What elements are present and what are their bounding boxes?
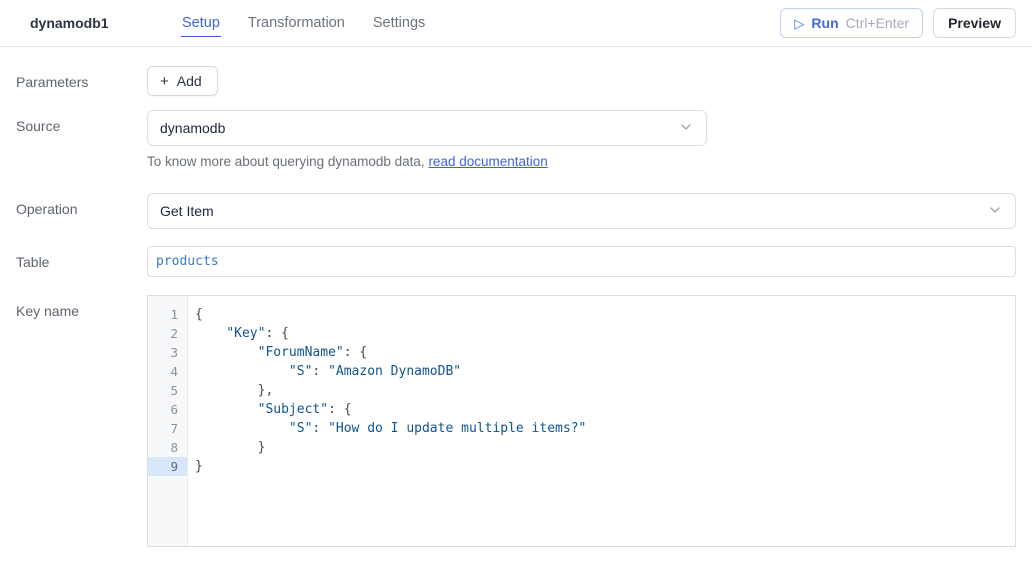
code-line[interactable]: "S": "How do I update multiple items?" <box>195 419 1015 438</box>
table-label: Table <box>0 246 147 277</box>
code-line[interactable]: }, <box>195 381 1015 400</box>
query-title: dynamodb1 <box>30 15 181 31</box>
read-documentation-link[interactable]: read documentation <box>428 154 547 169</box>
table-name-input[interactable]: products <box>147 246 1016 277</box>
line-number: 6 <box>148 400 187 419</box>
line-number: 8 <box>148 438 187 457</box>
table-row: Table products <box>0 246 1032 277</box>
chevron-down-icon <box>987 202 1003 221</box>
header-actions: ▷ Run Ctrl+Enter Preview <box>780 8 1016 38</box>
tab-bar: Setup Transformation Settings <box>181 0 426 46</box>
source-select-value: dynamodb <box>160 120 225 136</box>
line-number: 2 <box>148 324 187 343</box>
operation-label: Operation <box>0 193 147 229</box>
operation-row: Operation Get Item <box>0 193 1032 229</box>
code-line[interactable]: } <box>195 457 1015 476</box>
editor-gutter: 123456789 <box>148 296 188 546</box>
source-helper-text: To know more about querying dynamodb dat… <box>147 154 1016 169</box>
code-line[interactable]: "Key": { <box>195 324 1015 343</box>
add-parameter-label: Add <box>177 73 202 89</box>
tab-transformation[interactable]: Transformation <box>247 10 346 37</box>
line-number: 9 <box>148 457 187 476</box>
line-number: 7 <box>148 419 187 438</box>
code-line[interactable]: "S": "Amazon DynamoDB" <box>195 362 1015 381</box>
code-line[interactable]: } <box>195 438 1015 457</box>
source-select[interactable]: dynamodb <box>147 110 707 146</box>
line-number: 4 <box>148 362 187 381</box>
editor-code[interactable]: { "Key": { "ForumName": { "S": "Amazon D… <box>188 296 1015 546</box>
table-name-value: products <box>156 254 219 269</box>
source-helper-prefix: To know more about querying dynamodb dat… <box>147 154 428 169</box>
tab-setup[interactable]: Setup <box>181 10 221 37</box>
key-name-row: Key name 123456789 { "Key": { "ForumName… <box>0 295 1032 547</box>
code-line[interactable]: "ForumName": { <box>195 343 1015 362</box>
code-line[interactable]: "Subject": { <box>195 400 1015 419</box>
key-name-label: Key name <box>0 295 147 547</box>
code-line[interactable]: { <box>195 305 1015 324</box>
operation-select-value: Get Item <box>160 203 214 219</box>
add-parameter-button[interactable]: + Add <box>147 66 218 96</box>
source-label: Source <box>0 110 147 169</box>
operation-select[interactable]: Get Item <box>147 193 1016 229</box>
play-icon: ▷ <box>794 17 804 30</box>
line-number: 1 <box>148 305 187 324</box>
header: dynamodb1 Setup Transformation Settings … <box>0 0 1032 47</box>
source-row: Source dynamodb To know more about query… <box>0 110 1032 169</box>
plus-icon: + <box>160 74 169 89</box>
preview-button[interactable]: Preview <box>933 8 1016 38</box>
line-number: 3 <box>148 343 187 362</box>
parameters-label: Parameters <box>0 66 147 96</box>
key-name-code-editor[interactable]: 123456789 { "Key": { "ForumName": { "S":… <box>147 295 1016 547</box>
line-number: 5 <box>148 381 187 400</box>
run-button[interactable]: ▷ Run Ctrl+Enter <box>780 8 923 38</box>
chevron-down-icon <box>678 119 694 138</box>
run-shortcut-hint: Ctrl+Enter <box>846 15 909 31</box>
parameters-row: Parameters + Add <box>0 66 1032 96</box>
run-button-label: Run <box>811 15 838 31</box>
tab-settings[interactable]: Settings <box>372 10 426 37</box>
